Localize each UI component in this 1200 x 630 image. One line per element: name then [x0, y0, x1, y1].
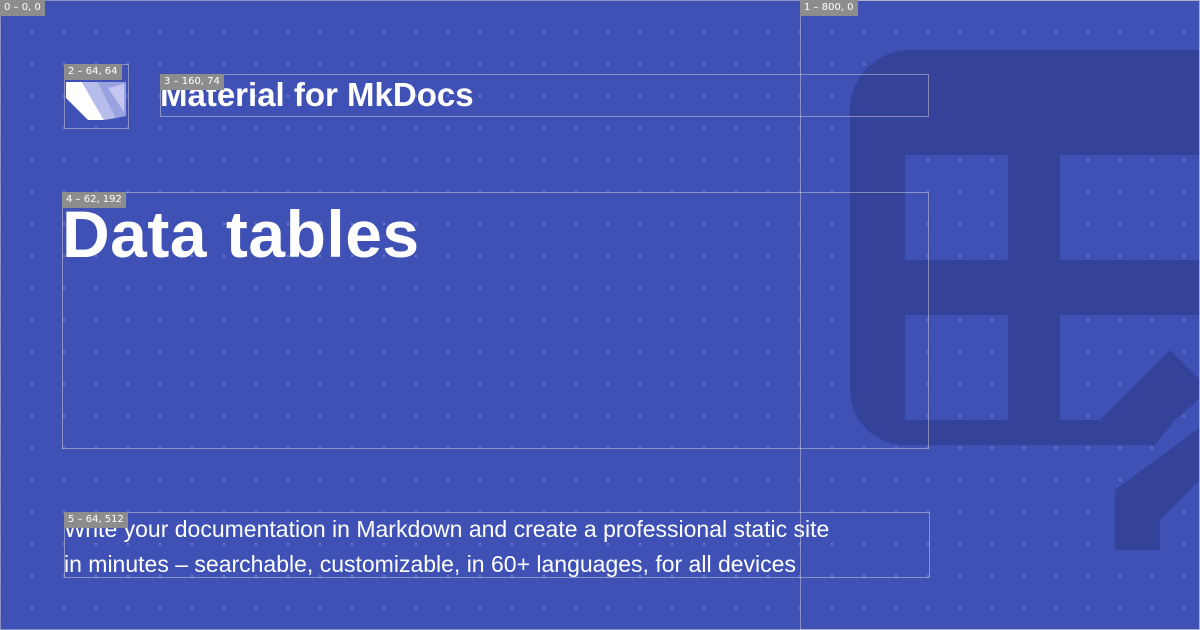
page-description: Write your documentation in Markdown and… [64, 512, 930, 578]
debug-label-0: 0 – 0, 0 [0, 0, 45, 16]
description-line-1: Write your documentation in Markdown and… [64, 516, 830, 542]
description-line-2: in minutes – searchable, customizable, i… [64, 551, 796, 577]
page-title: Data tables [62, 197, 420, 271]
material-mkdocs-logo-icon [66, 82, 126, 120]
debug-label-1: 1 – 800, 0 [800, 0, 858, 16]
social-card: Material for MkDocs Data tables Write yo… [0, 0, 1200, 630]
site-name: Material for MkDocs [160, 76, 474, 113]
